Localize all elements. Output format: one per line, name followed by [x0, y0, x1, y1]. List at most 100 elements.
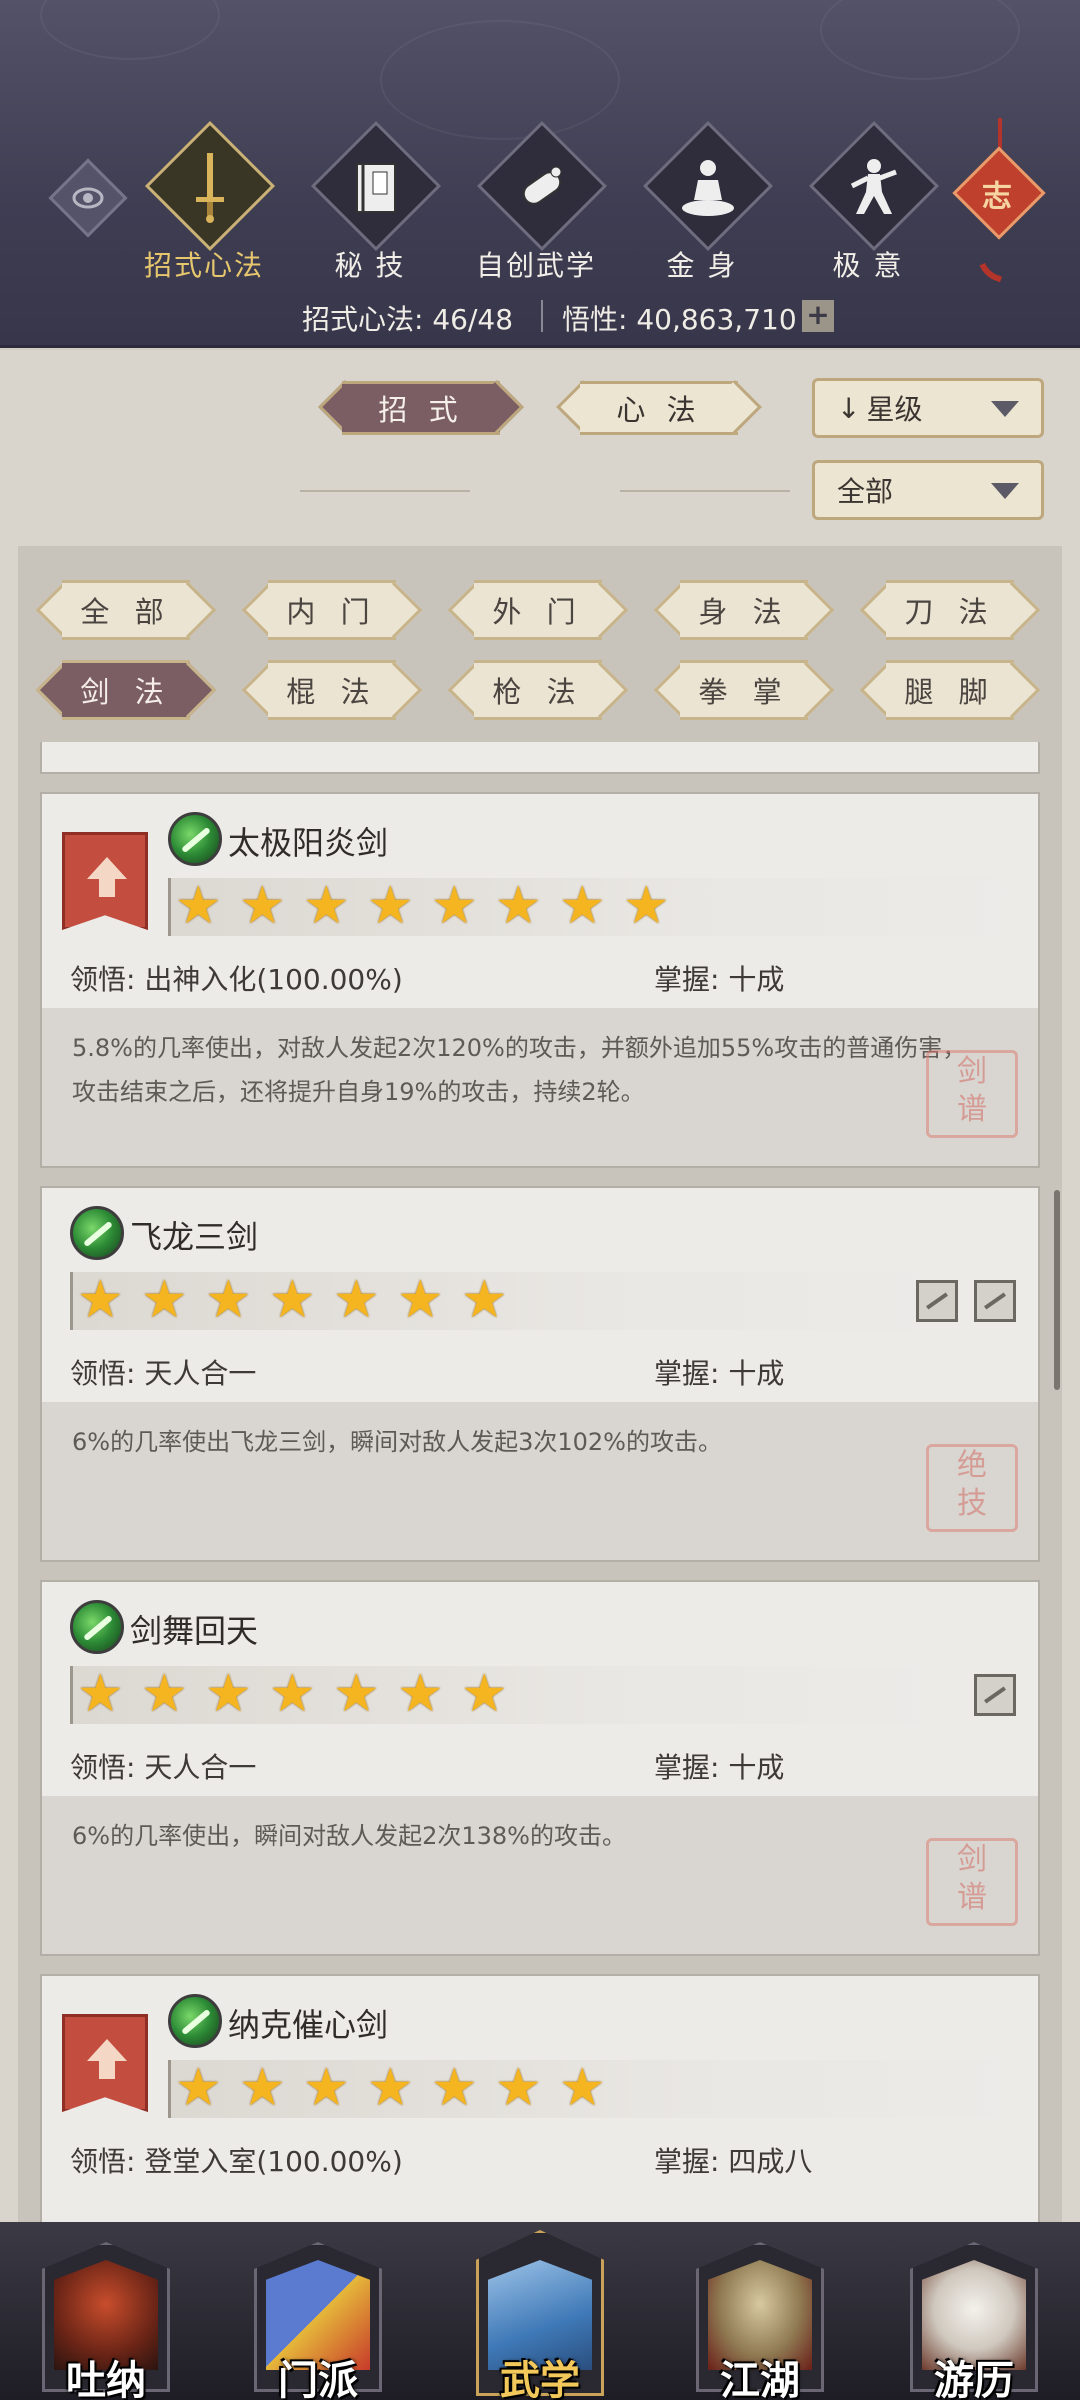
star-icon: ★	[431, 2058, 478, 2118]
nav-sect[interactable]: 门派	[248, 2230, 388, 2400]
skill-description-box: 5.8%的几率使出，对敌人发起2次120%的攻击，并额外追加55%攻击的普通伤害…	[42, 1008, 1038, 1166]
star-icon: ★	[397, 1270, 444, 1330]
star-rating: ★ ★ ★ ★ ★ ★ ★	[70, 1666, 950, 1724]
skill-card[interactable]: 飞龙三剑 ★ ★ ★ ★ ★ ★ ★ 领悟: 天人合一 掌握: 十成 6%的几率使出飞龙三剑…	[40, 1186, 1040, 1562]
category-blade[interactable]: 刀 法	[859, 580, 1041, 640]
nav-label: 游历	[934, 2357, 1014, 2400]
top-tab-label: 自创武学	[475, 249, 596, 282]
category-label: 外 门	[492, 595, 584, 629]
category-inner[interactable]: 内 门	[241, 580, 423, 640]
star-rating: ★ ★ ★ ★ ★ ★ ★ ★	[168, 878, 1028, 936]
filter-dropdown[interactable]: 全部	[812, 460, 1044, 520]
star-icon: ★	[303, 876, 350, 936]
category-outer[interactable]: 外 门	[447, 580, 629, 640]
seal-stamp: 剑谱	[926, 1050, 1018, 1138]
meditation-icon	[680, 156, 736, 220]
star-icon: ★	[461, 1270, 508, 1330]
star-icon: ★	[367, 876, 414, 936]
top-tab-label: 极 意	[832, 249, 904, 282]
star-icon: ★	[175, 876, 222, 936]
skill-card[interactable]: 纳克催心剑 ★ ★ ★ ★ ★ ★ ★ 领悟: 登堂入室(100.00%) 掌握: 四成八	[40, 1974, 1040, 2226]
tab-mind-label: 心 法	[616, 393, 702, 427]
sword-skill-icon	[70, 1206, 124, 1260]
category-all[interactable]: 全 部	[35, 580, 217, 640]
sort-dropdown[interactable]: ↓ 星级	[812, 378, 1044, 438]
top-tab-self-created[interactable]: 自创武学	[476, 120, 608, 282]
nav-martial-arts[interactable]: 武学	[470, 2230, 610, 2400]
skill-card[interactable]: 太极阳炎剑 ★ ★ ★ ★ ★ ★ ★ ★ 领悟: 出神入化(100.00%) 掌握: 十成 …	[40, 792, 1040, 1168]
star-icon: ★	[141, 1270, 188, 1330]
add-insight-button[interactable]: +	[802, 300, 834, 332]
eye-icon	[72, 187, 104, 209]
category-label: 枪 法	[492, 675, 584, 709]
top-tab-label: 金 身	[666, 249, 738, 282]
category-sword[interactable]: 剑 法	[35, 660, 217, 720]
cloud-decoration	[40, 0, 220, 60]
scrollbar[interactable]	[1054, 1190, 1060, 1390]
star-icon: ★	[431, 876, 478, 936]
tab-moves[interactable]: 招 式	[318, 380, 524, 435]
star-icon: ★	[175, 2058, 222, 2118]
star-icon: ★	[303, 2058, 350, 2118]
scroll-icon	[514, 156, 570, 220]
category-staff[interactable]: 棍 法	[241, 660, 423, 720]
category-label: 拳 掌	[698, 675, 790, 709]
star-icon: ★	[495, 876, 542, 936]
star-icon: ★	[205, 1664, 252, 1724]
divider	[300, 490, 470, 492]
category-label: 剑 法	[80, 675, 172, 709]
category-leg[interactable]: 腿 脚	[859, 660, 1041, 720]
star-icon: ★	[333, 1270, 380, 1330]
top-tab-secret-techniques[interactable]: 秘 技	[310, 120, 442, 282]
martial-stance-icon	[846, 156, 902, 220]
top-tab-label: 秘 技	[334, 249, 406, 282]
upgrade-arrow-icon[interactable]	[62, 832, 148, 930]
top-tab-golden-body[interactable]: 金 身	[642, 120, 774, 282]
star-icon: ★	[239, 876, 286, 936]
zhi-ornament-label: 志	[981, 179, 1012, 215]
filter-value: 全部	[837, 475, 894, 508]
skill-attribute-icon[interactable]	[916, 1280, 958, 1322]
skill-name: 剑舞回天	[130, 1612, 259, 1650]
star-icon: ★	[205, 1270, 252, 1330]
sort-arrow-icon: ↓	[837, 391, 861, 425]
star-rating: ★ ★ ★ ★ ★ ★ ★	[70, 1272, 950, 1330]
sword-skill-icon	[70, 1600, 124, 1654]
insight-level: 领悟: 天人合一	[70, 1357, 257, 1390]
skill-description: 6%的几率使出飞龙三剑，瞬间对敌人发起3次102%的攻击。	[72, 1428, 722, 1456]
category-label: 内 门	[286, 595, 378, 629]
tab-moves-label: 招 式	[378, 393, 464, 427]
skill-list[interactable]: 全 部 内 门 外 门 身 法 刀 法 剑 法 棍 法 枪 法 拳 掌 腿 脚 …	[18, 546, 1062, 2226]
category-label: 身 法	[698, 595, 790, 629]
nav-label: 门派	[278, 2357, 358, 2400]
nav-travel[interactable]: 游历	[904, 2230, 1044, 2400]
skill-attribute-icon[interactable]	[974, 1674, 1016, 1716]
star-icon: ★	[367, 2058, 414, 2118]
skill-name: 纳克催心剑	[228, 2006, 389, 2044]
star-icon: ★	[141, 1664, 188, 1724]
skill-description: 6%的几率使出，瞬间对敌人发起2次138%的攻击。	[72, 1822, 626, 1850]
category-label: 棍 法	[286, 675, 378, 709]
skill-description-box: 6%的几率使出，瞬间对敌人发起2次138%的攻击。 剑谱	[42, 1796, 1038, 1954]
top-tab-skills[interactable]: 招式心法	[144, 120, 276, 282]
category-spear[interactable]: 枪 法	[447, 660, 629, 720]
skill-card[interactable]: 剑舞回天 ★ ★ ★ ★ ★ ★ ★ 领悟: 天人合一 掌握: 十成 6%的几率使出，瞬间对…	[40, 1580, 1040, 1956]
sort-value: 星级	[866, 393, 923, 426]
insight-level: 领悟: 天人合一	[70, 1751, 257, 1784]
upgrade-arrow-icon[interactable]	[62, 2014, 148, 2112]
insight-level: 领悟: 登堂入室(100.00%)	[70, 2145, 403, 2178]
sword-skill-icon	[168, 812, 222, 866]
nav-breathing[interactable]: 吐纳	[36, 2230, 176, 2400]
top-tab-ultimate-intent[interactable]: 极 意	[808, 120, 940, 282]
nav-jianghu[interactable]: 江湖	[690, 2230, 830, 2400]
star-icon: ★	[269, 1270, 316, 1330]
skill-attribute-icon[interactable]	[974, 1280, 1016, 1322]
star-icon: ★	[269, 1664, 316, 1724]
seal-stamp: 绝技	[926, 1444, 1018, 1532]
category-movement[interactable]: 身 法	[653, 580, 835, 640]
divider	[541, 300, 543, 332]
tab-mind-methods[interactable]: 心 法	[556, 380, 762, 435]
skill-description: 5.8%的几率使出，对敌人发起2次120%的攻击，并额外追加55%攻击的普通伤害…	[72, 1034, 967, 1106]
star-icon: ★	[559, 2058, 606, 2118]
category-fist-palm[interactable]: 拳 掌	[653, 660, 835, 720]
